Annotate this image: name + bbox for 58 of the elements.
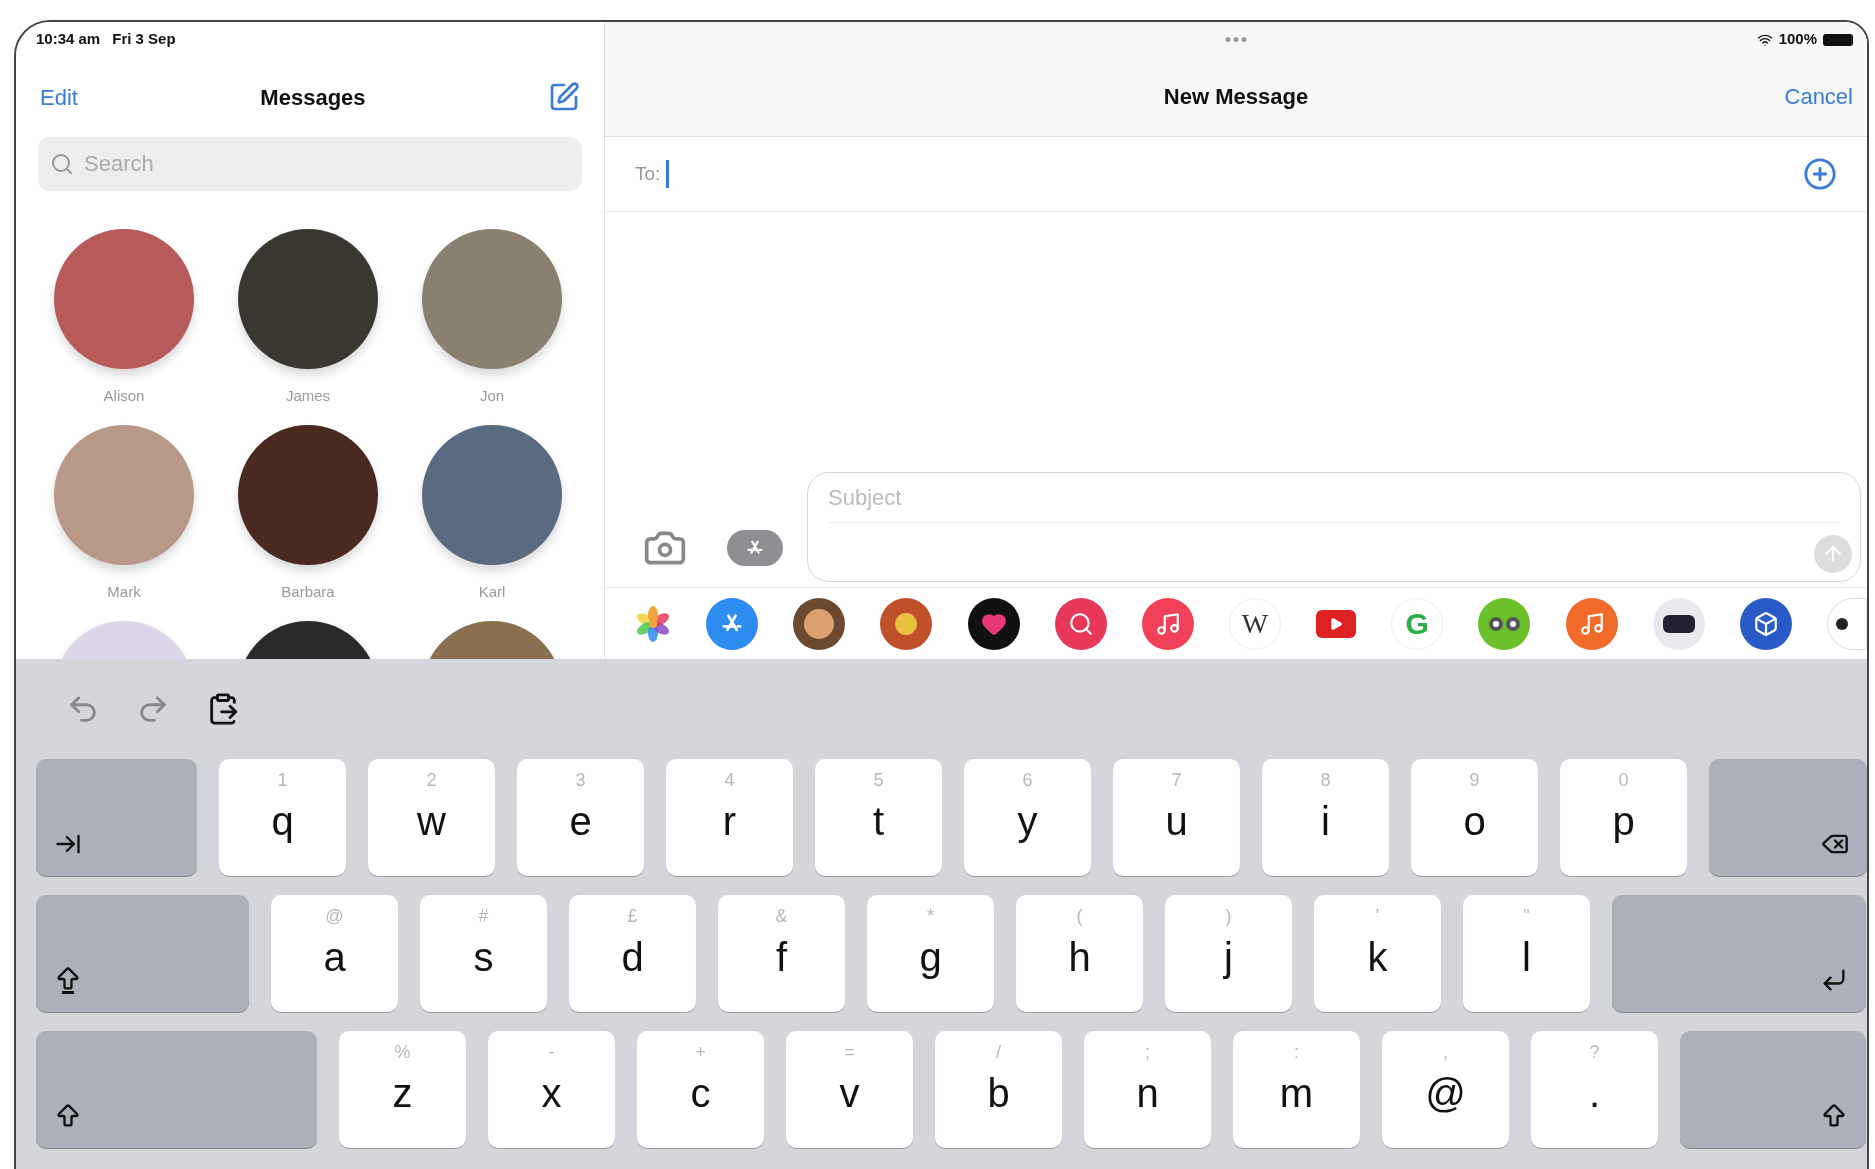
key[interactable]: £ d: [569, 895, 696, 1012]
message-box[interactable]: Subject: [807, 472, 1861, 582]
key[interactable]: 9 o: [1411, 759, 1538, 876]
key[interactable]: , @: [1382, 1031, 1509, 1148]
to-label: To:: [635, 161, 661, 186]
key[interactable]: 3 e: [517, 759, 644, 876]
edit-link[interactable]: Edit: [40, 80, 78, 114]
battery-percent: 100%: [1778, 29, 1817, 50]
contact-name: Karl: [478, 582, 506, 602]
key[interactable]: ) j: [1165, 895, 1292, 1012]
key[interactable]: ; n: [1084, 1031, 1211, 1148]
shift-icon: [1820, 1102, 1848, 1130]
cancel-link[interactable]: Cancel: [1784, 80, 1853, 113]
key[interactable]: 8 i: [1262, 759, 1389, 876]
search-icon: [50, 152, 74, 176]
key[interactable]: + c: [637, 1031, 764, 1148]
status-date: Fri 3 Sep: [112, 29, 176, 50]
key[interactable]: 4 r: [666, 759, 793, 876]
flower-icon[interactable]: [635, 605, 671, 642]
subject-field[interactable]: Subject: [828, 473, 1840, 523]
contact-name: Barbara: [281, 582, 335, 602]
app-store-pill-icon[interactable]: [727, 530, 783, 566]
play-icon[interactable]: [1316, 609, 1357, 638]
text-cursor: [666, 160, 670, 188]
key[interactable]: 5 t: [815, 759, 942, 876]
key[interactable]: % z: [339, 1031, 466, 1148]
key[interactable]: " l: [1463, 895, 1590, 1012]
key[interactable]: 1 q: [219, 759, 346, 876]
key[interactable]: : m: [1233, 1031, 1360, 1148]
sidebar-title: Messages: [260, 83, 366, 112]
add-contact-icon[interactable]: [1803, 157, 1837, 191]
key[interactable]: 7 u: [1113, 759, 1240, 876]
battery-icon: [1823, 33, 1853, 46]
key[interactable]: 6 y: [964, 759, 1091, 876]
key[interactable]: * g: [867, 895, 994, 1012]
shift-icon: [54, 1102, 82, 1130]
search-field[interactable]: Search: [38, 137, 582, 191]
key[interactable]: = v: [786, 1031, 913, 1148]
contact-name: Alison: [103, 386, 145, 406]
compose-icon[interactable]: [548, 81, 580, 113]
key[interactable]: & f: [718, 895, 845, 1012]
key[interactable]: @ a: [271, 895, 398, 1012]
key[interactable]: ( h: [1016, 895, 1143, 1012]
key[interactable]: # s: [420, 895, 547, 1012]
status-time: 10:34 am: [36, 29, 101, 50]
key[interactable]: ? .: [1531, 1031, 1658, 1148]
caps-lock-icon: [54, 965, 82, 994]
contact-name: Mark: [107, 582, 141, 602]
key[interactable]: 0 p: [1560, 759, 1687, 876]
compose-title: New Message: [1163, 83, 1309, 111]
key[interactable]: 2 w: [368, 759, 495, 876]
letter-icon[interactable]: W: [1229, 597, 1281, 650]
key[interactable]: - x: [488, 1031, 615, 1148]
contact-name: James: [285, 386, 331, 406]
key[interactable]: ' k: [1314, 895, 1441, 1012]
key[interactable]: / b: [935, 1031, 1062, 1148]
contact-name: Jon: [479, 386, 505, 406]
more-dots-icon[interactable]: [1225, 37, 1247, 42]
